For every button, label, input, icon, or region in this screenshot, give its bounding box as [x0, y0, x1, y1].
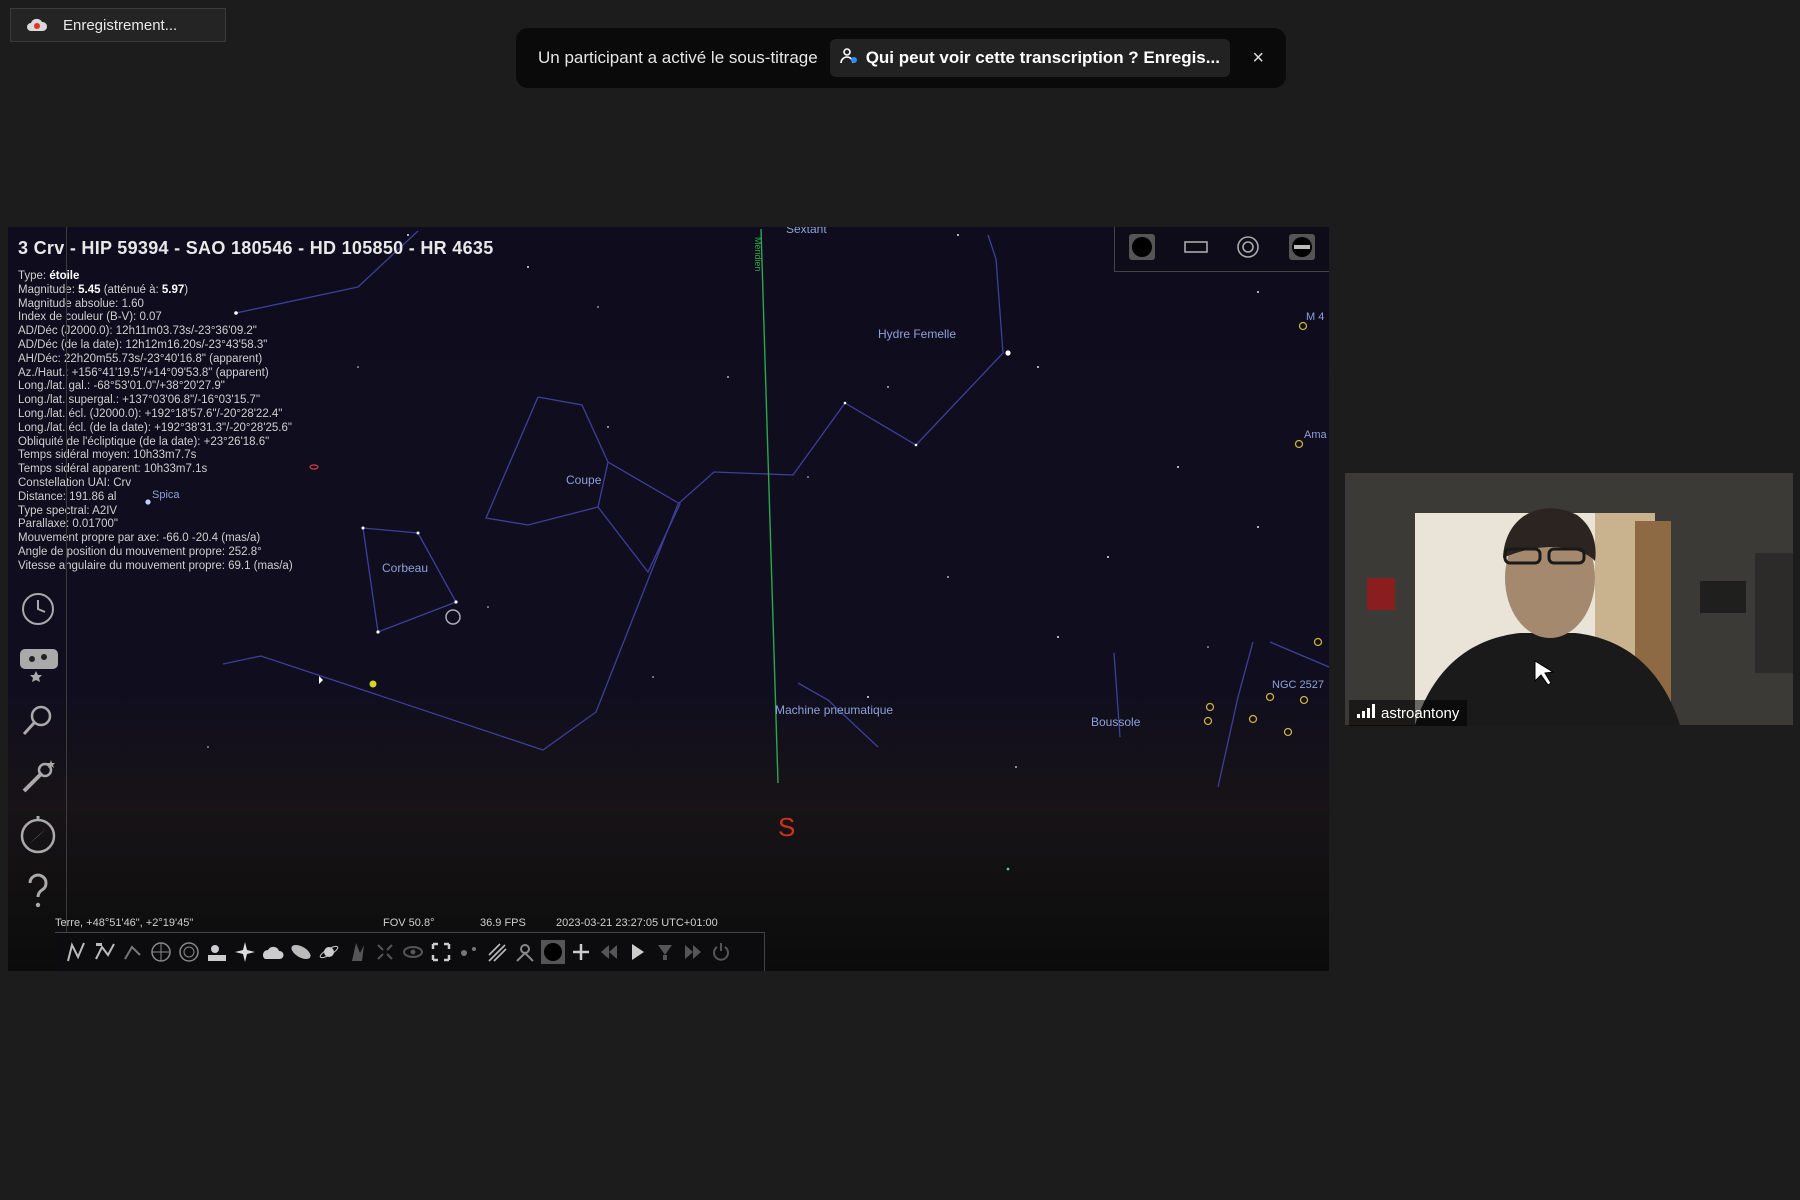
fast-forward-icon[interactable]	[681, 940, 705, 964]
real-time-icon[interactable]	[653, 940, 677, 964]
night-mode-toggle-icon[interactable]	[541, 940, 565, 964]
transcript-visibility-label: Qui peut voir cette transcription ? Enre…	[865, 48, 1220, 67]
meteor-showers-icon[interactable]	[485, 940, 509, 964]
cardinal-points-icon[interactable]	[233, 940, 257, 964]
close-icon[interactable]: ×	[1252, 47, 1264, 70]
location-readout: Terre, +48°51'46", +2°19'45"	[55, 917, 194, 929]
recording-label: Enregistrement...	[63, 16, 178, 34]
label-m4: M 4	[1306, 311, 1325, 323]
crosshair-icon[interactable]	[569, 940, 593, 964]
view-toolbar	[1114, 227, 1329, 272]
label-ngc-2527: NGC 2527	[1272, 679, 1324, 691]
participant-nametag: astroantony	[1349, 700, 1468, 726]
label-corbeau: Corbeau	[382, 561, 429, 575]
label-sextant: Sextant	[786, 227, 827, 236]
ocular-icon[interactable]	[1235, 234, 1261, 265]
label-coupe: Coupe	[566, 473, 602, 487]
label-ama: Ama	[1304, 429, 1327, 441]
left-toolbar	[8, 227, 67, 971]
play-icon[interactable]	[625, 940, 649, 964]
label-meridian: Méridien	[753, 237, 763, 272]
ground-icon[interactable]	[205, 940, 229, 964]
cloud-record-icon	[25, 15, 49, 35]
constellation-lines-icon[interactable]	[65, 940, 89, 964]
wrench-icon[interactable]	[18, 757, 58, 797]
telescope-icon[interactable]	[1288, 233, 1316, 266]
cardinal-south: S	[778, 812, 796, 842]
object-title: 3 Crv - HIP 59394 - SAO 180546 - HD 1058…	[18, 238, 494, 258]
fps-readout: 36.9 FPS	[480, 917, 526, 929]
notification-message: Un participant a activé le sous-titrage	[538, 48, 818, 67]
recording-indicator[interactable]: Enregistrement...	[10, 8, 226, 42]
nebulae-icon[interactable]	[289, 940, 313, 964]
transcript-visibility-button[interactable]: Qui peut voir cette transcription ? Enre…	[829, 39, 1230, 77]
clock-icon[interactable]	[18, 589, 58, 629]
participant-video[interactable]	[1345, 473, 1793, 725]
selection-marker	[445, 609, 461, 625]
label-boussole: Boussole	[1091, 715, 1141, 729]
planetarium-view[interactable]: 3 Crv - HIP 59394 - SAO 180546 - HD 1058…	[8, 227, 1329, 971]
planets-icon[interactable]	[317, 940, 341, 964]
center-object-icon[interactable]	[373, 940, 397, 964]
bottom-toolbar	[55, 932, 765, 971]
rewind-icon[interactable]	[597, 940, 621, 964]
night-vision-icon[interactable]	[401, 940, 425, 964]
atmosphere-icon[interactable]	[261, 940, 285, 964]
fullscreen-toggle-icon[interactable]	[429, 940, 453, 964]
exoplanets-icon[interactable]	[513, 940, 537, 964]
participant-name: astroantony	[1381, 704, 1460, 722]
person-icon	[839, 47, 858, 70]
sky-settings-icon[interactable]	[18, 643, 58, 683]
label-machine-pneumatique: Machine pneumatique	[775, 703, 894, 717]
night-mode-icon[interactable]	[1128, 233, 1156, 266]
participant-photo	[1345, 473, 1793, 725]
help-icon[interactable]	[18, 871, 58, 911]
quit-icon[interactable]	[709, 940, 733, 964]
captions-notification: Un participant a activé le sous-titrage …	[516, 28, 1286, 88]
datetime-readout: 2023-03-21 23:27:05 UTC+01:00	[556, 917, 718, 929]
constellation-art-icon[interactable]	[121, 940, 145, 964]
signal-strength-icon	[1357, 704, 1375, 722]
constellation-labels-icon[interactable]	[93, 940, 117, 964]
compass-icon[interactable]	[18, 814, 58, 854]
equatorial-grid-icon[interactable]	[149, 940, 173, 964]
label-hydre-femelle: Hydre Femelle	[878, 327, 957, 341]
label-spica: Spica	[152, 489, 180, 501]
azimuthal-grid-icon[interactable]	[177, 940, 201, 964]
satellites-icon[interactable]	[457, 940, 481, 964]
fullscreen-icon[interactable]	[1183, 239, 1209, 260]
equatorial-mount-icon[interactable]	[345, 940, 369, 964]
search-icon[interactable]	[18, 700, 58, 740]
fov-readout: FOV 50.8°	[383, 917, 435, 929]
